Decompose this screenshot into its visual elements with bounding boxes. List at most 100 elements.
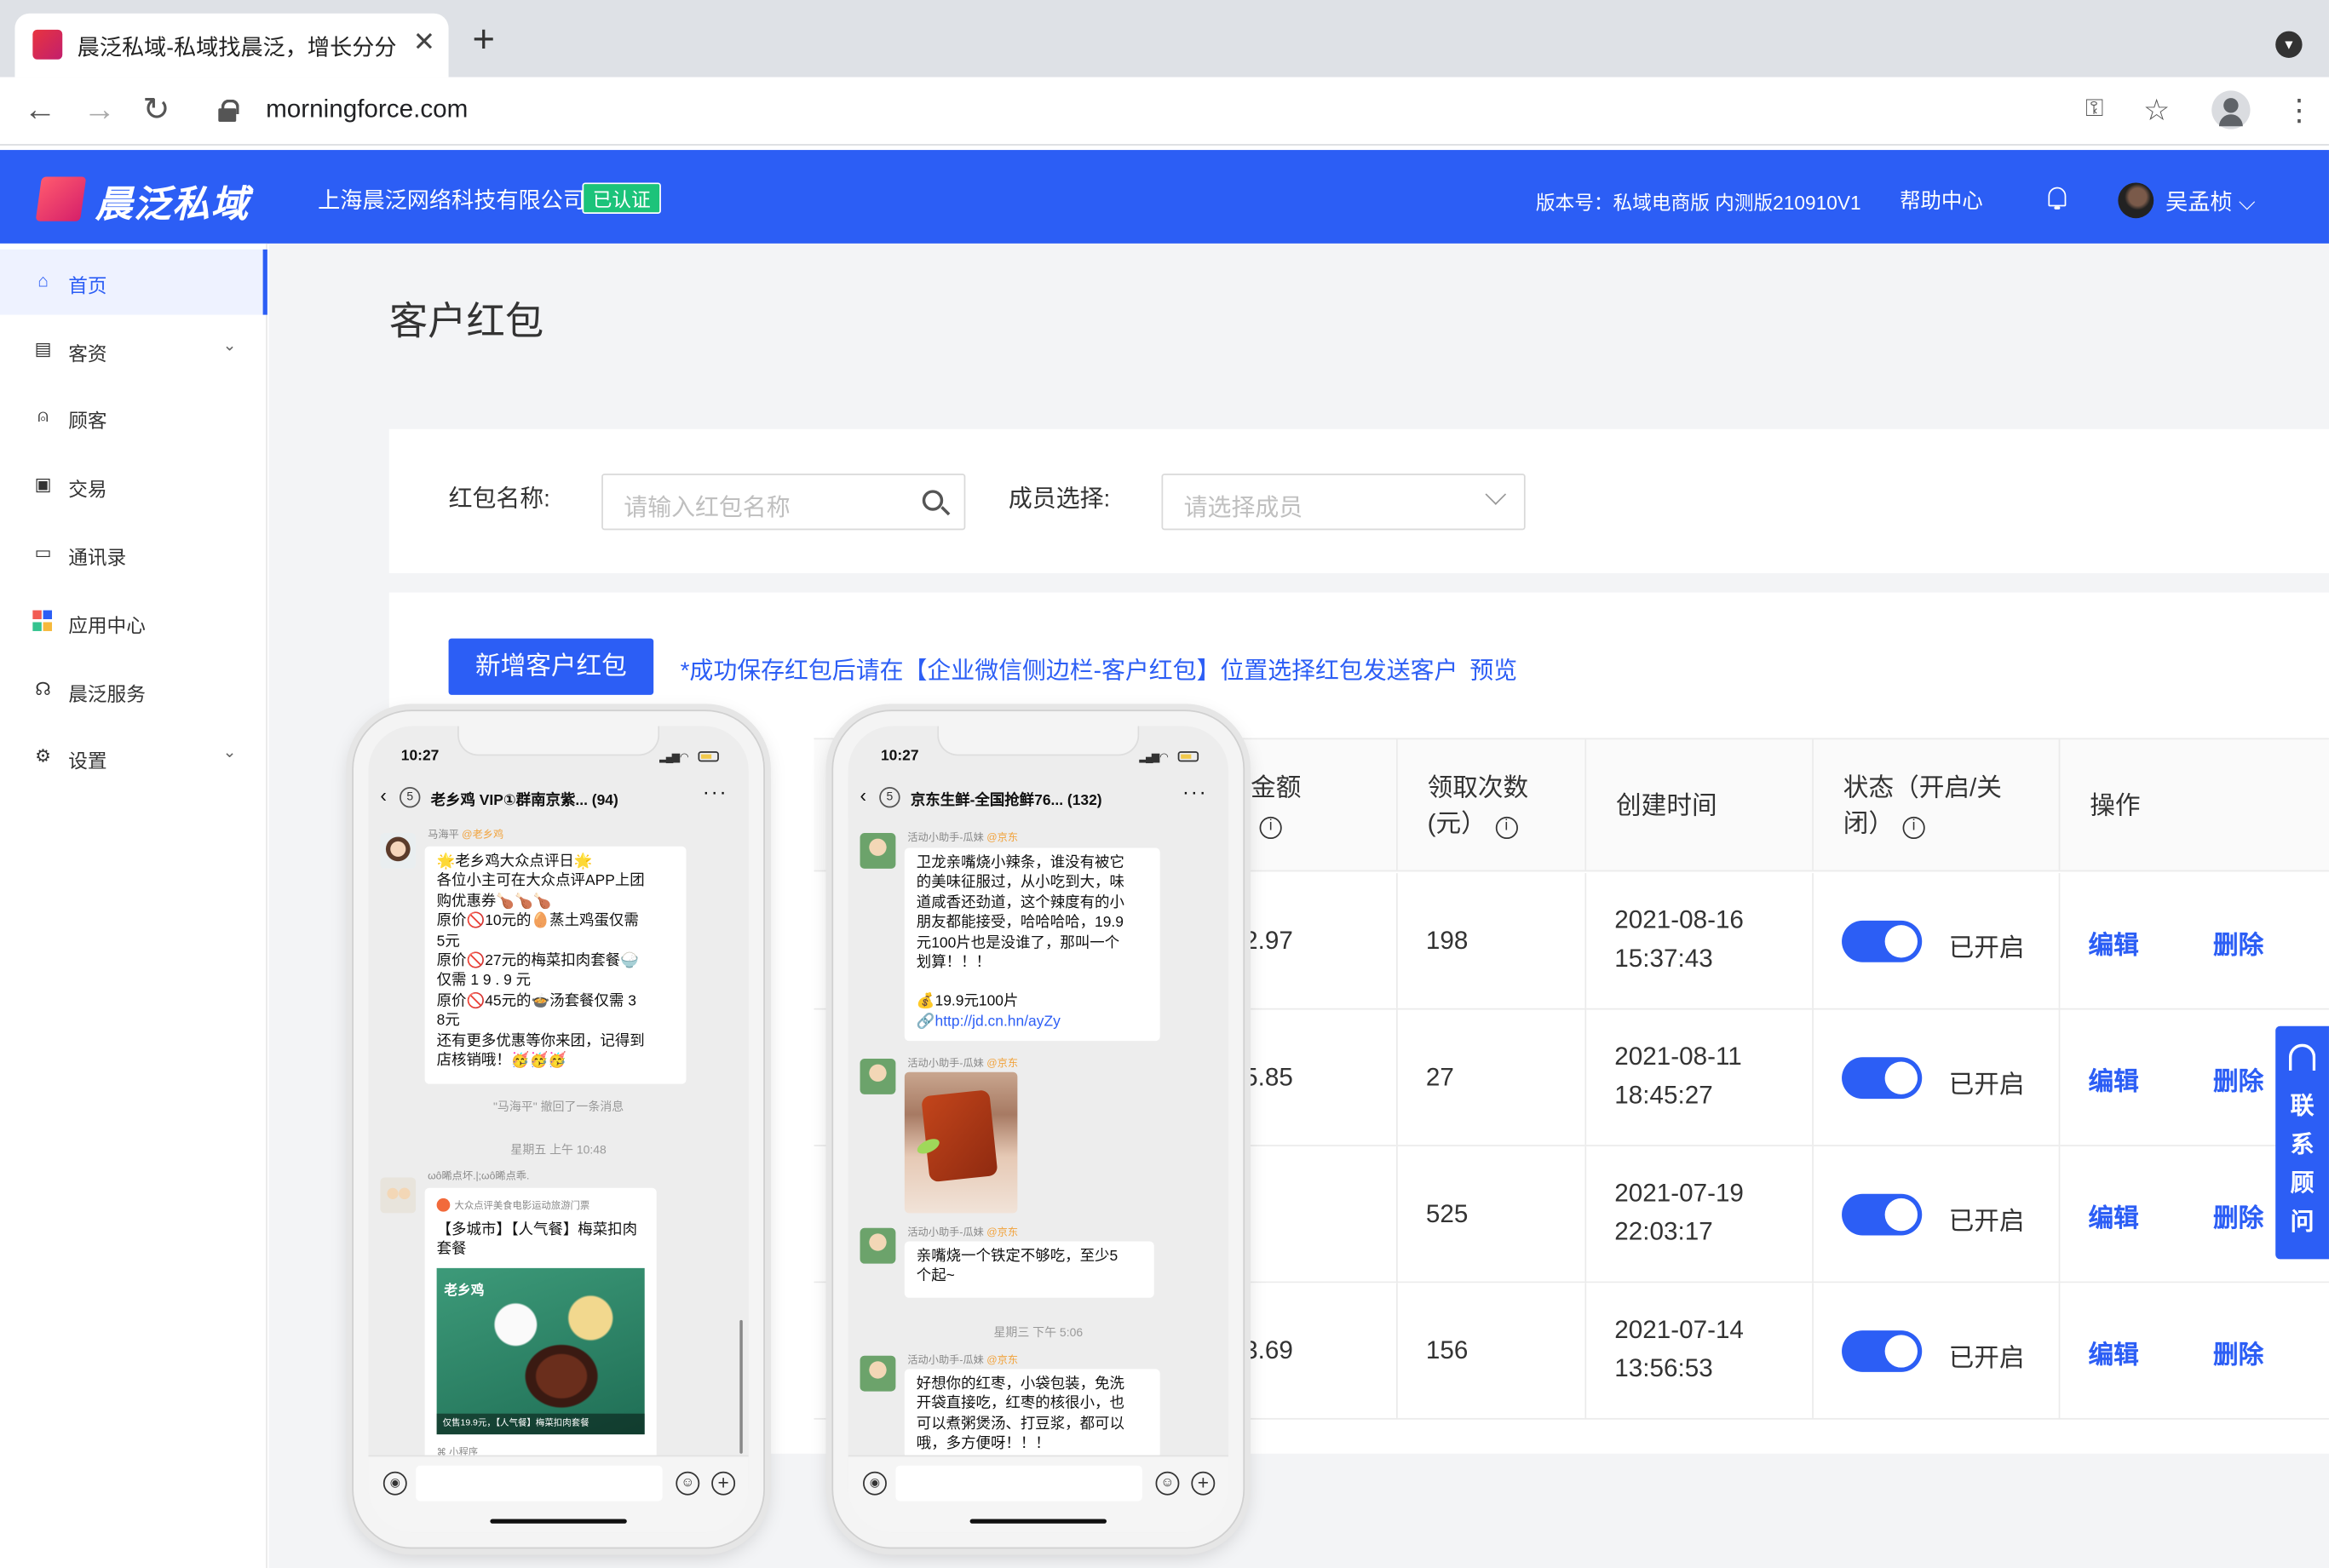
add-redpacket-button[interactable]: 新增客户红包 bbox=[448, 638, 654, 695]
site-favicon-icon bbox=[32, 29, 63, 60]
plus-icon[interactable]: + bbox=[711, 1471, 736, 1496]
claim-count: 27 bbox=[1425, 1063, 1454, 1092]
snack-image bbox=[921, 1089, 998, 1183]
address-bar[interactable]: morningforce.com bbox=[266, 95, 468, 125]
new-tab-icon[interactable]: + bbox=[472, 20, 494, 58]
message-sender: 马海平 @老乡鸡 bbox=[428, 827, 503, 841]
preview-link[interactable]: 预览 bbox=[1469, 659, 1517, 685]
key-icon[interactable]: ⚿ bbox=[2085, 96, 2103, 123]
edit-button[interactable]: 编辑 bbox=[2089, 1060, 2139, 1098]
sidebar-item-contacts[interactable]: ▭ 通讯录 bbox=[0, 521, 267, 587]
message-line: 好想你的红枣，小袋包装，免洗 bbox=[916, 1376, 1124, 1393]
phone-screen: 10:27 ▂▄▆ ◠ ‹ 5 京东生鲜-全国抢鲜76... (132) ···… bbox=[848, 726, 1228, 1533]
save-tip: *成功保存红包后请在【企业微信侧边栏-客户红包】位置选择红包发送客户 预览 bbox=[681, 651, 1518, 686]
col-created: 创建时间 bbox=[1584, 739, 1812, 870]
message-bubble: 🌟老乡鸡大众点评日🌟 各位小主可在大众点评APP上团 购优惠券🍗🍗🍗 原价🚫10… bbox=[424, 846, 687, 1084]
delete-button[interactable]: 删除 bbox=[2213, 1334, 2263, 1371]
delete-button[interactable]: 删除 bbox=[2213, 1197, 2263, 1234]
emoji-icon[interactable]: ☺ bbox=[676, 1471, 700, 1496]
voice-icon[interactable]: ◉ bbox=[863, 1471, 887, 1496]
created-date: 2021-07-14 bbox=[1614, 1315, 1744, 1344]
forward-icon[interactable]: → bbox=[83, 91, 116, 128]
miniprogram-card[interactable]: 大众点评美食电影运动旅游门票 【多城市】【人气餐】梅菜扣肉套餐 老乡鸡 仅售19… bbox=[424, 1187, 657, 1464]
browser-tabstrip: 晨泛私域-私域找晨泛，增长分分 ✕ + ▼ bbox=[0, 0, 2329, 78]
claim-count: 525 bbox=[1425, 1199, 1469, 1228]
avatar bbox=[380, 1177, 417, 1214]
profile-icon[interactable] bbox=[2211, 90, 2251, 129]
delete-button[interactable]: 删除 bbox=[2213, 923, 2263, 961]
message-line: 哦，多方便呀！！！ bbox=[916, 1436, 1050, 1453]
more-icon[interactable]: ··· bbox=[703, 779, 728, 803]
col-claims-unit-text: (元） bbox=[1427, 809, 1487, 838]
col-ops: 操作 bbox=[2058, 739, 2329, 870]
sender-tag: @老乡鸡 bbox=[462, 830, 504, 841]
col-divider bbox=[1395, 873, 1398, 1008]
message-input[interactable] bbox=[895, 1465, 1142, 1502]
product-photo[interactable] bbox=[904, 1071, 1018, 1214]
name-search-input[interactable]: 请输入红包名称 bbox=[601, 474, 966, 531]
edit-button[interactable]: 编辑 bbox=[2089, 1197, 2139, 1234]
info-icon[interactable]: i bbox=[1902, 816, 1925, 840]
notification-bell-icon[interactable] bbox=[2047, 186, 2067, 210]
col-divider bbox=[1395, 1009, 1398, 1146]
scrollbar[interactable] bbox=[739, 1319, 743, 1454]
reload-icon[interactable]: ↻ bbox=[142, 91, 170, 128]
claim-count: 156 bbox=[1425, 1336, 1469, 1365]
unread-count: 5 bbox=[400, 787, 421, 808]
edit-button[interactable]: 编辑 bbox=[2089, 1334, 2139, 1371]
chat-name-text: 老乡鸡 VIP①群南京紫... bbox=[430, 792, 588, 810]
message-link[interactable]: 🔗http://jd.cn.hn/ayZy bbox=[917, 1013, 1148, 1032]
sidebar-item-customers[interactable]: ⍝ 顾客 bbox=[0, 385, 267, 451]
contact-consultant-button[interactable]: 联系顾问 bbox=[2275, 1025, 2329, 1260]
brand-logo-text[interactable]: 晨泛私域 bbox=[95, 175, 250, 229]
back-icon[interactable]: ← bbox=[24, 91, 56, 128]
name-filter-label: 红包名称: bbox=[448, 486, 550, 513]
tab-search-icon[interactable]: ▼ bbox=[2275, 31, 2303, 58]
status-toggle[interactable] bbox=[1842, 1057, 1923, 1100]
info-icon[interactable]: i bbox=[1259, 816, 1282, 840]
message-line: 原价🚫45元的🍲汤套餐仅需 3 bbox=[436, 993, 636, 1010]
message-input[interactable] bbox=[416, 1465, 663, 1502]
sidebar-item-label: 通讯录 bbox=[68, 546, 127, 569]
info-icon[interactable]: i bbox=[1495, 816, 1518, 840]
sidebar: ⌂ 首页 ▤ 客资 ⌄ ⍝ 顾客 ▣ 交易 ▭ 通讯录 应用中心 ☊ 晨泛服务 bbox=[0, 243, 267, 1568]
close-tab-icon[interactable]: ✕ bbox=[413, 26, 435, 58]
status-toggle[interactable] bbox=[1842, 1330, 1923, 1372]
bookmark-star-icon[interactable]: ☆ bbox=[2143, 92, 2170, 129]
emoji-icon[interactable]: ☺ bbox=[1155, 1471, 1180, 1496]
voice-icon[interactable]: ◉ bbox=[382, 1471, 407, 1496]
col-created-label: 创建时间 bbox=[1616, 791, 1717, 820]
card-source: 大众点评美食电影运动旅游门票 bbox=[436, 1197, 589, 1212]
brand-logo-icon[interactable] bbox=[35, 176, 87, 221]
sidebar-item-apps[interactable]: 应用中心 bbox=[0, 589, 267, 655]
help-center-link[interactable]: 帮助中心 bbox=[1900, 186, 1983, 215]
status-toggle[interactable] bbox=[1842, 920, 1923, 962]
more-icon[interactable]: ··· bbox=[1182, 779, 1208, 803]
phone-mockup-2: 10:27 ▂▄▆ ◠ ‹ 5 京东生鲜-全国抢鲜76... (132) ···… bbox=[831, 709, 1245, 1549]
edit-button[interactable]: 编辑 bbox=[2089, 923, 2139, 961]
message-line: 店核销哦！🥳🥳🥳 bbox=[436, 1053, 566, 1070]
member-select[interactable]: 请选择成员 bbox=[1161, 474, 1526, 531]
dianping-icon bbox=[436, 1198, 451, 1212]
sidebar-item-service[interactable]: ☊ 晨泛服务 bbox=[0, 658, 267, 723]
plus-icon[interactable]: + bbox=[1191, 1471, 1216, 1496]
user-avatar[interactable] bbox=[2118, 182, 2154, 219]
sidebar-item-home[interactable]: ⌂ 首页 bbox=[0, 249, 267, 315]
delete-button[interactable]: 删除 bbox=[2213, 1060, 2263, 1098]
menu-kebab-icon[interactable]: ⋮ bbox=[2285, 92, 2315, 129]
sidebar-item-trade[interactable]: ▣ 交易 bbox=[0, 453, 267, 519]
lock-icon[interactable] bbox=[218, 99, 239, 122]
created-date: 2021-08-16 bbox=[1614, 905, 1744, 934]
sidebar-item-leads[interactable]: ▤ 客资 ⌄ bbox=[0, 318, 267, 383]
sidebar-item-label: 顾客 bbox=[68, 410, 107, 433]
status-toggle[interactable] bbox=[1842, 1193, 1923, 1236]
search-icon[interactable] bbox=[922, 490, 944, 511]
user-menu[interactable]: 吴孟桢 ⌵ bbox=[2165, 186, 2256, 217]
sidebar-item-settings[interactable]: ⚙ 设置 ⌄ bbox=[0, 725, 267, 790]
browser-tab[interactable]: 晨泛私域-私域找晨泛，增长分分 ✕ bbox=[14, 13, 449, 78]
back-icon[interactable]: ‹ bbox=[860, 784, 867, 807]
message-line: 8元 bbox=[436, 1013, 460, 1030]
back-icon[interactable]: ‹ bbox=[380, 784, 387, 807]
file-icon: ▤ bbox=[34, 338, 52, 359]
col-status-label-2: 闭） i bbox=[1843, 805, 1925, 842]
